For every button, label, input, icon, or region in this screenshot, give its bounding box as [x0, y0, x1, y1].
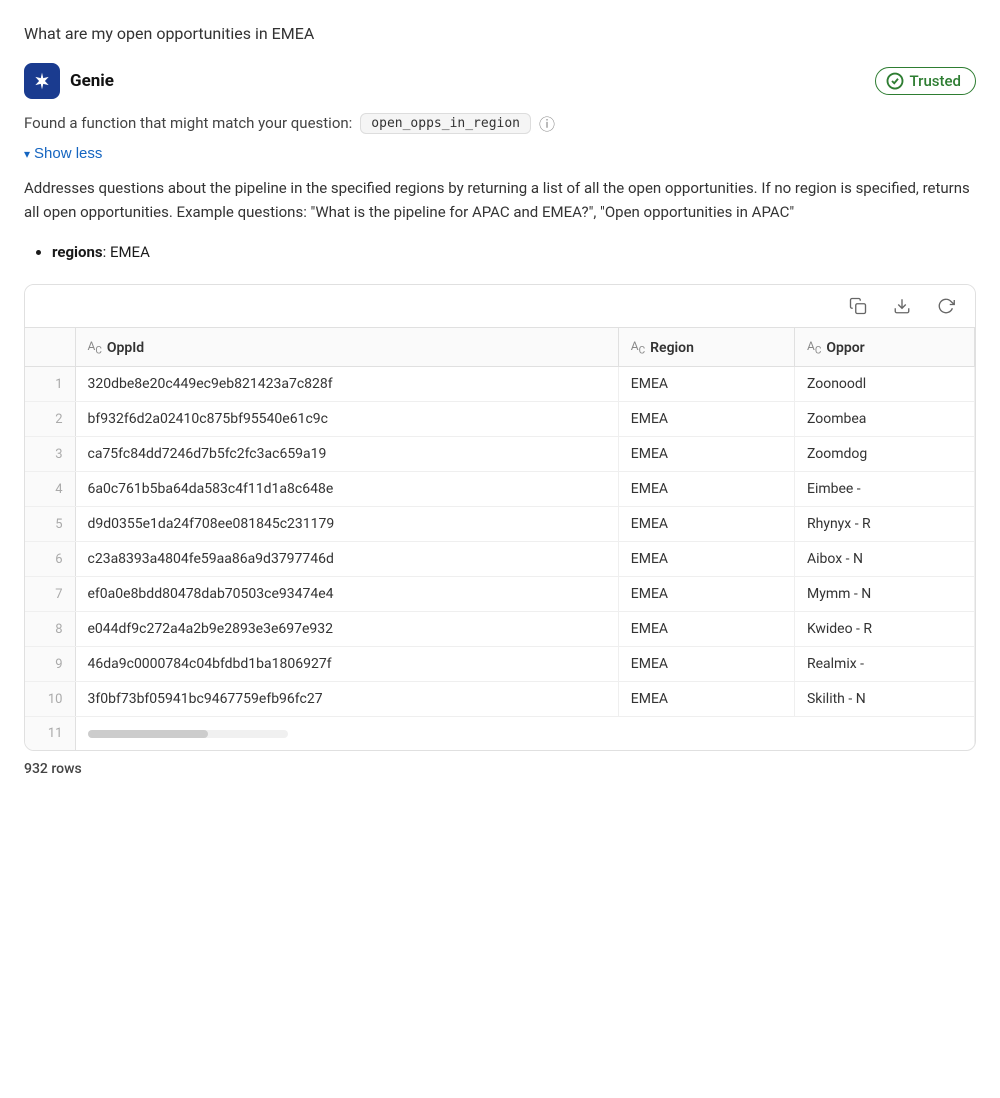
cell-region: EMEA	[618, 577, 794, 612]
table-row: 7ef0a0e8bdd80478dab70503ce93474e4EMEAMym…	[25, 577, 975, 612]
col-header-rownum	[25, 328, 75, 367]
scrollbar-row-cell	[75, 717, 975, 751]
cell-opportunity: Eimbee -	[794, 472, 974, 507]
cell-opportunity: Mymm - N	[794, 577, 974, 612]
function-badge: open_opps_in_region	[360, 113, 531, 134]
scrollbar-thumb[interactable]	[88, 730, 208, 738]
col-header-region[interactable]: AC Region	[618, 328, 794, 367]
info-icon[interactable]: ⓘ	[539, 111, 555, 135]
cell-region: EMEA	[618, 612, 794, 647]
param-value: EMEA	[110, 243, 150, 261]
page-question: What are my open opportunities in EMEA	[24, 20, 976, 43]
download-button[interactable]	[889, 295, 915, 317]
cell-region: EMEA	[618, 437, 794, 472]
table-row: 46a0c761b5ba64da583c4f11d1a8c648eEMEAEim…	[25, 472, 975, 507]
row-num: 10	[25, 682, 75, 717]
cell-oppid: 320dbe8e20c449ec9eb821423a7c828f	[75, 367, 618, 402]
table-row: 11	[25, 717, 975, 751]
cell-oppid: 3f0bf73bf05941bc9467759efb96fc27	[75, 682, 618, 717]
col-header-opportunity[interactable]: AC Oppor	[794, 328, 974, 367]
row-num: 6	[25, 542, 75, 577]
cell-region: EMEA	[618, 542, 794, 577]
rows-count: 932 rows	[24, 761, 976, 777]
table-header-row: AC OppId AC Region AC	[25, 328, 975, 367]
trusted-badge: Trusted	[875, 67, 976, 95]
table-row: 6c23a8393a4804fe59aa86a9d3797746dEMEAAib…	[25, 542, 975, 577]
cell-region: EMEA	[618, 367, 794, 402]
cell-oppid: c23a8393a4804fe59aa86a9d3797746d	[75, 542, 618, 577]
trusted-label: Trusted	[910, 72, 961, 90]
cell-opportunity: Rhynyx - R	[794, 507, 974, 542]
cell-opportunity: Zoomdog	[794, 437, 974, 472]
cell-region: EMEA	[618, 402, 794, 437]
cell-oppid: 46da9c0000784c04bfdbd1ba1806927f	[75, 647, 618, 682]
table-row: 2bf932f6d2a02410c875bf95540e61c9cEMEAZoo…	[25, 402, 975, 437]
row-num: 2	[25, 402, 75, 437]
row-num: 8	[25, 612, 75, 647]
row-num: 11	[25, 717, 75, 751]
cell-oppid: 6a0c761b5ba64da583c4f11d1a8c648e	[75, 472, 618, 507]
cell-region: EMEA	[618, 472, 794, 507]
function-description: Addresses questions about the pipeline i…	[24, 176, 976, 224]
cell-oppid: d9d0355e1da24f708ee081845c231179	[75, 507, 618, 542]
cell-oppid: ef0a0e8bdd80478dab70503ce93474e4	[75, 577, 618, 612]
col-type-icon-region: AC	[631, 339, 645, 356]
data-table-container: AC OppId AC Region AC	[24, 284, 976, 751]
chevron-down-icon: ▾	[24, 147, 30, 161]
table-row: 946da9c0000784c04bfdbd1ba1806927fEMEARea…	[25, 647, 975, 682]
col-header-oppid[interactable]: AC OppId	[75, 328, 618, 367]
function-match-line: Found a function that might match your q…	[24, 111, 976, 135]
table-row: 5d9d0355e1da24f708ee081845c231179EMEARhy…	[25, 507, 975, 542]
trusted-check-icon	[886, 72, 904, 90]
cell-region: EMEA	[618, 647, 794, 682]
cell-oppid: ca75fc84dd7246d7b5fc2fc3ac659a19	[75, 437, 618, 472]
table-row: 8e044df9c272a4a2b9e2893e3e697e932EMEAKwi…	[25, 612, 975, 647]
table-row: 3ca75fc84dd7246d7b5fc2fc3ac659a19EMEAZoo…	[25, 437, 975, 472]
cell-opportunity: Realmix -	[794, 647, 974, 682]
row-num: 1	[25, 367, 75, 402]
genie-header-left: Genie	[24, 63, 114, 99]
genie-header: Genie Trusted	[24, 63, 976, 99]
show-less-button[interactable]: ▾ Show less	[24, 145, 102, 162]
cell-region: EMEA	[618, 507, 794, 542]
copy-button[interactable]	[845, 295, 871, 317]
cell-opportunity: Zoombea	[794, 402, 974, 437]
table-row: 103f0bf73bf05941bc9467759efb96fc27EMEASk…	[25, 682, 975, 717]
param-item: regions: EMEA	[52, 240, 976, 264]
table-wrapper: AC OppId AC Region AC	[25, 328, 975, 750]
genie-title: Genie	[70, 71, 114, 91]
cell-region: EMEA	[618, 682, 794, 717]
cell-opportunity: Zoonoodl	[794, 367, 974, 402]
row-num: 4	[25, 472, 75, 507]
cell-oppid: bf932f6d2a02410c875bf95540e61c9c	[75, 402, 618, 437]
refresh-button[interactable]	[933, 295, 959, 317]
row-num: 5	[25, 507, 75, 542]
function-match-text: Found a function that might match your q…	[24, 114, 352, 132]
param-name: regions	[52, 243, 103, 261]
scrollbar-track[interactable]	[88, 730, 288, 738]
table-toolbar	[25, 285, 975, 328]
genie-icon	[24, 63, 60, 99]
col-type-icon-opp: AC	[807, 339, 821, 356]
genie-card: Genie Trusted Found a function that migh…	[24, 63, 976, 777]
cell-opportunity: Kwideo - R	[794, 612, 974, 647]
table-row: 1320dbe8e20c449ec9eb821423a7c828fEMEAZoo…	[25, 367, 975, 402]
data-table: AC OppId AC Region AC	[25, 328, 975, 750]
row-num: 3	[25, 437, 75, 472]
cell-opportunity: Aibox - N	[794, 542, 974, 577]
col-type-icon-oppid: AC	[88, 339, 102, 356]
row-num: 9	[25, 647, 75, 682]
cell-oppid: e044df9c272a4a2b9e2893e3e697e932	[75, 612, 618, 647]
row-num: 7	[25, 577, 75, 612]
params-list: regions: EMEA	[52, 240, 976, 264]
cell-opportunity: Skilith - N	[794, 682, 974, 717]
